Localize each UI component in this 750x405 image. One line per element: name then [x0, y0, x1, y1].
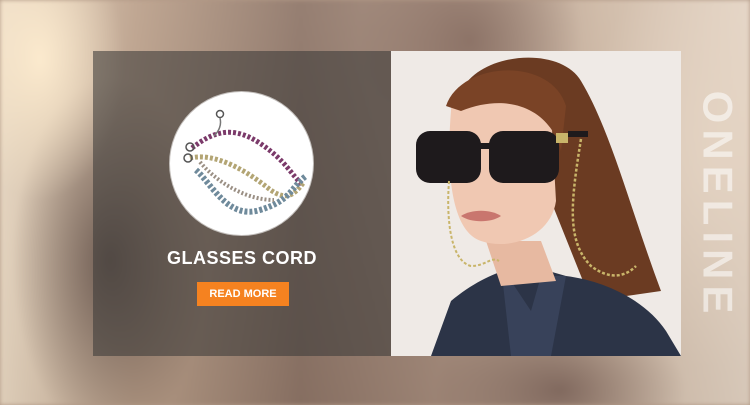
promo-panel: GLASSES CORD READ MORE	[93, 51, 391, 356]
brand-text: ONELINE	[694, 90, 741, 320]
model-illustration	[416, 57, 681, 356]
cord-illustration	[183, 109, 308, 215]
headline: GLASSES CORD	[166, 248, 318, 268]
model-with-sunglasses-photo[interactable]	[391, 51, 681, 356]
brand-vertical-text: ONELINE	[684, 55, 750, 355]
glasses-cord-product-image[interactable]	[170, 92, 313, 235]
read-more-button[interactable]: READ MORE	[197, 282, 289, 306]
